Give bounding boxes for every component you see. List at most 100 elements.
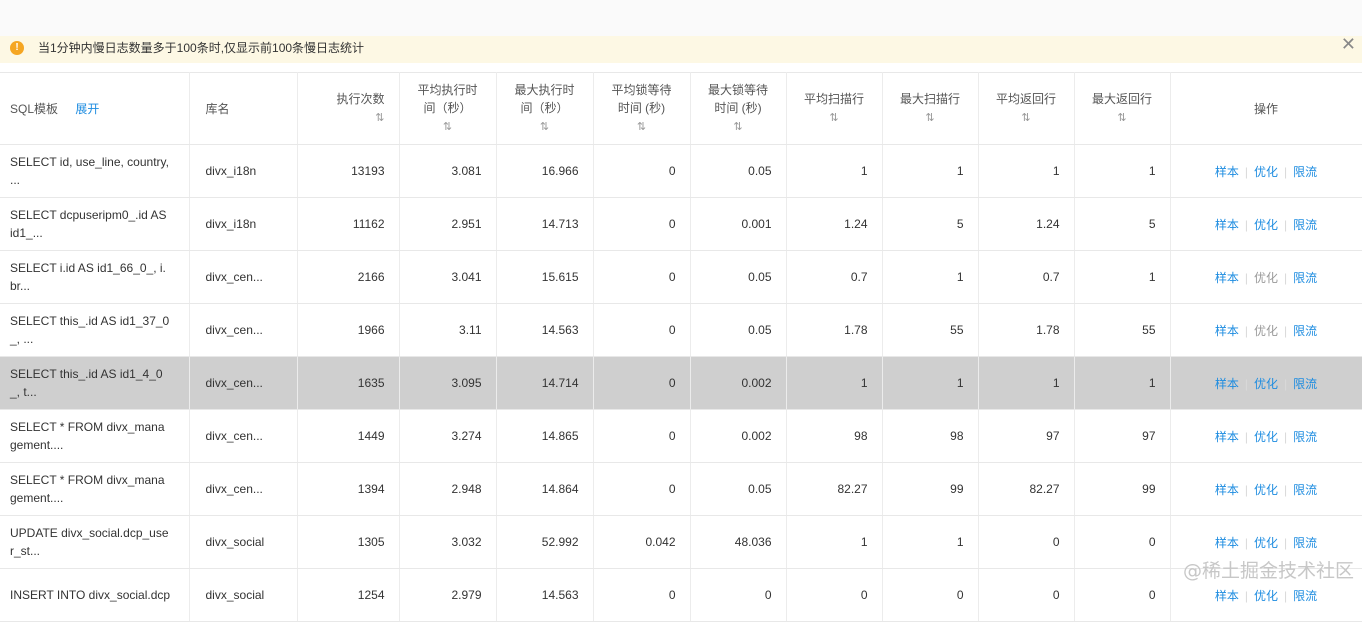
db-name-cell: divx_social [189, 515, 298, 569]
count-cell: 1635 [297, 356, 400, 410]
ops-separator: | [1244, 164, 1248, 179]
throttle-link[interactable]: 限流 [1293, 218, 1317, 232]
col-max-exec[interactable]: 最大执行时 间（秒） ⇅ [496, 72, 594, 145]
sample-link[interactable]: 样本 [1215, 218, 1239, 232]
avg-ret-cell: 1 [978, 144, 1075, 198]
db-name-cell: divx_social [189, 568, 298, 622]
col-max-scan[interactable]: 最大扫描行 ⇅ [882, 72, 979, 145]
avg-exec-cell: 2.979 [399, 568, 497, 622]
table-row[interactable]: SELECT id, use_line, country,... divx_i18… [0, 144, 1362, 198]
ops-separator: | [1244, 482, 1248, 497]
close-icon[interactable]: ✕ [1341, 34, 1356, 54]
col-max-return[interactable]: 最大返回行 ⇅ [1074, 72, 1171, 145]
ops-cell: 样本 | 优化 | 限流 [1170, 409, 1362, 463]
ops-separator: | [1244, 270, 1248, 285]
notice-message: 当1分钟内慢日志数量多于100条时,仅显示前100条慢日志统计 [38, 41, 365, 55]
top-strip [0, 0, 1362, 36]
throttle-link[interactable]: 限流 [1293, 271, 1317, 285]
sort-icon[interactable]: ⇅ [498, 118, 592, 136]
max-lock-cell: 0.002 [690, 356, 787, 410]
optimize-link[interactable]: 优化 [1254, 430, 1278, 444]
sql-template-cell: UPDATE divx_social.dcp_use r_st... [0, 515, 190, 569]
col-avg-return[interactable]: 平均返回行 ⇅ [978, 72, 1075, 145]
throttle-link[interactable]: 限流 [1293, 483, 1317, 497]
throttle-link[interactable]: 限流 [1293, 324, 1317, 338]
avg-ret-cell: 1.78 [978, 303, 1075, 357]
sample-link[interactable]: 样本 [1215, 377, 1239, 391]
optimize-link[interactable]: 优化 [1254, 324, 1278, 338]
optimize-link[interactable]: 优化 [1254, 483, 1278, 497]
max-ret-cell: 55 [1074, 303, 1171, 357]
sql-line-2: _, t... [10, 385, 37, 399]
ops-separator: | [1284, 429, 1288, 444]
sort-icon[interactable]: ⇅ [884, 109, 977, 127]
ops-cell: 样本 | 优化 | 限流 [1170, 303, 1362, 357]
col-max-lock[interactable]: 最大锁等待 时间 (秒) ⇅ [690, 72, 787, 145]
table-row[interactable]: SELECT dcpuseripm0_.id AS id1_... divx_i18… [0, 197, 1362, 251]
max-exec-cell: 14.714 [496, 356, 594, 410]
throttle-link[interactable]: 限流 [1293, 536, 1317, 550]
sort-icon[interactable]: ⇅ [595, 118, 689, 136]
throttle-link[interactable]: 限流 [1293, 377, 1317, 391]
table-row[interactable]: SELECT this_.id AS id1_4_0 _, t... divx_ce… [0, 356, 1362, 410]
db-name-cell: divx_cen... [189, 462, 298, 516]
col-avg-exec[interactable]: 平均执行时 间（秒） ⇅ [399, 72, 497, 145]
expand-link[interactable]: 展开 [75, 102, 99, 116]
sample-link[interactable]: 样本 [1215, 536, 1239, 550]
optimize-link[interactable]: 优化 [1254, 589, 1278, 603]
avg-scan-cell: 1 [786, 515, 883, 569]
ops-separator: | [1284, 376, 1288, 391]
warning-icon: ! [10, 41, 24, 55]
sql-line-1: INSERT INTO divx_social.dcp [10, 588, 171, 602]
sort-icon[interactable]: ⇅ [788, 109, 881, 127]
max-scan-cell: 0 [882, 568, 979, 622]
max-exec-cell: 16.966 [496, 144, 594, 198]
count-cell: 13193 [297, 144, 400, 198]
throttle-link[interactable]: 限流 [1293, 589, 1317, 603]
sql-line-1: SELECT * FROM divx_mana [10, 420, 165, 434]
optimize-link[interactable]: 优化 [1254, 218, 1278, 232]
optimize-link[interactable]: 优化 [1254, 165, 1278, 179]
sql-line-2: _, ... [10, 332, 34, 346]
sort-icon[interactable]: ⇅ [980, 109, 1073, 127]
sample-link[interactable]: 样本 [1215, 271, 1239, 285]
optimize-link[interactable]: 优化 [1254, 271, 1278, 285]
throttle-link[interactable]: 限流 [1293, 430, 1317, 444]
sample-link[interactable]: 样本 [1215, 589, 1239, 603]
sort-icon[interactable]: ⇅ [401, 118, 495, 136]
sample-link[interactable]: 样本 [1215, 165, 1239, 179]
sample-link[interactable]: 样本 [1215, 324, 1239, 338]
table-row[interactable]: SELECT * FROM divx_mana gement.... divx_ce… [0, 462, 1362, 516]
avg-exec-cell: 3.081 [399, 144, 497, 198]
avg-ret-cell: 0.7 [978, 250, 1075, 304]
sql-template-cell: SELECT id, use_line, country,... [0, 144, 190, 198]
throttle-link[interactable]: 限流 [1293, 165, 1317, 179]
table-row[interactable]: INSERT INTO divx_social.dcp divx_social 12… [0, 568, 1362, 622]
col-avg-return-label: 平均返回行 [995, 92, 1056, 106]
sort-icon[interactable]: ⇅ [1076, 109, 1169, 127]
col-avg-exec-label-2: 间（秒） [423, 101, 472, 115]
sample-link[interactable]: 样本 [1215, 483, 1239, 497]
avg-ret-cell: 97 [978, 409, 1075, 463]
sample-link[interactable]: 样本 [1215, 430, 1239, 444]
sort-icon[interactable]: ⇅ [692, 118, 785, 136]
col-exec-count[interactable]: 执行次数 ⇅ [297, 72, 400, 145]
ops-cell: 样本 | 优化 | 限流 [1170, 144, 1362, 198]
table-row[interactable]: SELECT i.id AS id1_66_0_, i. br... divx_ce… [0, 250, 1362, 304]
sort-icon[interactable]: ⇅ [299, 109, 384, 127]
optimize-link[interactable]: 优化 [1254, 536, 1278, 550]
avg-ret-cell: 0 [978, 568, 1075, 622]
ops-separator: | [1284, 588, 1288, 603]
avg-lock-cell: 0 [593, 197, 691, 251]
table-row[interactable]: SELECT * FROM divx_mana gement.... divx_ce… [0, 409, 1362, 463]
optimize-link[interactable]: 优化 [1254, 377, 1278, 391]
max-ret-cell: 5 [1074, 197, 1171, 251]
table-row[interactable]: SELECT this_.id AS id1_37_0 _, ... divx_ce… [0, 303, 1362, 357]
sql-template-cell: INSERT INTO divx_social.dcp [0, 568, 190, 622]
col-avg-lock[interactable]: 平均锁等待 时间 (秒) ⇅ [593, 72, 691, 145]
avg-scan-cell: 82.27 [786, 462, 883, 516]
table-row[interactable]: UPDATE divx_social.dcp_use r_st... divx_so… [0, 515, 1362, 569]
avg-scan-cell: 1.24 [786, 197, 883, 251]
sql-template-cell: SELECT i.id AS id1_66_0_, i. br... [0, 250, 190, 304]
col-avg-scan[interactable]: 平均扫描行 ⇅ [786, 72, 883, 145]
